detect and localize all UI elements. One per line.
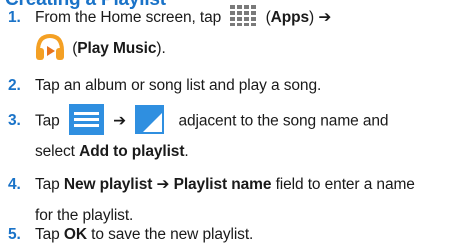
new-playlist-label: New playlist ➔ Playlist name	[63, 176, 272, 193]
menu-lines-icon	[68, 104, 104, 135]
add-to-playlist-label: Add to playlist	[79, 143, 185, 160]
step-number: 4.	[8, 176, 21, 193]
step-5: 5. Tap OK to save the new playlist.	[0, 220, 469, 249]
apps-label: Apps	[270, 9, 310, 26]
apps-grid-icon	[229, 4, 258, 28]
step-1-line-1: From the Home screen, tap (Apps) ➔	[35, 3, 331, 32]
ok-label: OK	[63, 226, 87, 243]
step-number: 5.	[8, 226, 21, 243]
arrow-glyph: ➔	[113, 112, 127, 130]
play-music-label: Play Music	[77, 40, 157, 58]
overflow-corner-icon	[135, 105, 165, 134]
step-3: 3. Tap ➔ adjacent to the song name and s…	[0, 104, 469, 166]
step-1: 1. From the Home screen, tap (Apps) ➔ (P…	[0, 3, 469, 63]
step-number: 2.	[8, 77, 21, 94]
step-3-line-2: select Add to playlist.	[35, 143, 189, 160]
step-list: 1. From the Home screen, tap (Apps) ➔ (P…	[0, 0, 469, 249]
step-2: 2. Tap an album or song list and play a …	[0, 71, 469, 100]
step-1-line-2: (Play Music).	[34, 32, 166, 64]
step-5-text: Tap OK to save the new playlist.	[35, 226, 254, 243]
step-4-line-1: Tap New playlist ➔ Playlist name field t…	[35, 176, 415, 193]
step-number: 1.	[8, 9, 21, 26]
step-3-line-1: Tap ➔ adjacent to the song name and	[35, 104, 389, 137]
step-2-text: Tap an album or song list and play a son…	[35, 77, 322, 94]
step-number: 3.	[8, 112, 21, 129]
arrow-glyph: ➔	[318, 9, 332, 26]
play-music-headphones-icon	[34, 32, 66, 62]
